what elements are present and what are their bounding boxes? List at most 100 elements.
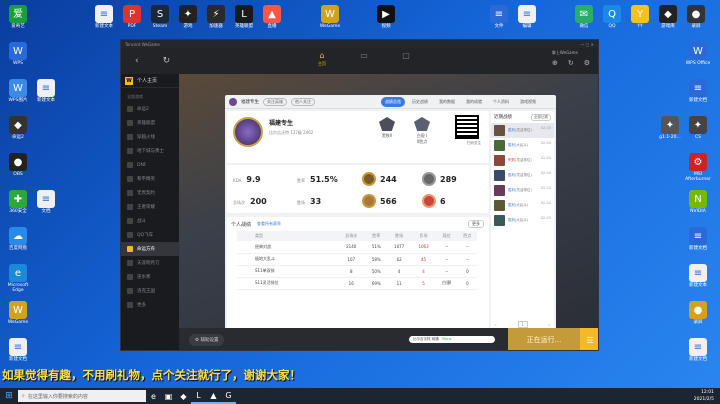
desktop-icon[interactable]: ◆ 命运2 — [4, 116, 32, 141]
desktop-icon[interactable]: ✚ 360安全 — [4, 190, 32, 215]
taskbar-app-icon[interactable]: e — [146, 388, 161, 404]
profile-tab[interactable]: 我的成就 — [462, 97, 486, 107]
prev-page-icon[interactable]: ‹ — [495, 322, 497, 327]
tag-others-follow[interactable]: 他人关注 — [291, 97, 315, 106]
desktop-icon[interactable]: ☁ 百度网盘 — [4, 227, 32, 252]
sidebar-item[interactable]: 穿越火线 — [121, 130, 179, 144]
sidebar-item[interactable]: DNF — [121, 158, 179, 172]
desktop-icon[interactable]: L 英雄联盟 — [230, 5, 258, 30]
desktop-icon[interactable]: ≡ 新建文档 — [684, 79, 712, 104]
records-more-button[interactable]: 更多 — [468, 220, 484, 228]
sidebar-item[interactable]: 更多 — [121, 298, 179, 312]
desktop-icon[interactable]: ✦ CS — [684, 116, 712, 141]
table-row[interactable]: S11灵活排位 16 69% 11 5 白银I 0 — [237, 277, 477, 290]
desktop-icon[interactable]: W WeGame — [4, 301, 32, 326]
assist-settings-button[interactable]: ⚙ 辅助设置 — [189, 334, 225, 346]
desktop-icon[interactable]: W WeGame — [316, 5, 344, 30]
recent-match-item[interactable]: 胜利(灵活排位) 02-04 — [491, 183, 554, 198]
toolbar-action-icon[interactable]: ⚙ — [584, 59, 590, 67]
table-row[interactable]: S11单双排 8 50% 4 4 -- 0 — [237, 265, 477, 278]
desktop-icon[interactable]: ● 录屏 — [684, 301, 712, 326]
desktop-icon[interactable]: ◆ 游戏库 — [654, 5, 682, 30]
taskbar-search[interactable]: ⌕ 在这里输入你要搜索的内容 — [18, 390, 146, 402]
desktop-icon[interactable]: ≡ 新建文本 — [684, 264, 712, 289]
desktop-icon[interactable]: ≡ 新建文档 — [4, 338, 32, 363]
toolbar-action-icon[interactable]: ⊕ — [552, 59, 558, 67]
sidebar-item[interactable]: 战斗 — [121, 214, 179, 228]
sidebar-item[interactable]: 逆水寒 — [121, 270, 179, 284]
user-label[interactable]: 掌上WeGame — [552, 50, 578, 56]
back-icon[interactable]: ‹ — [135, 56, 139, 66]
records-season-link[interactable]: 查看所有赛季 — [257, 221, 281, 227]
desktop-icon[interactable]: ⚙ MSI Afterburner — [684, 153, 712, 183]
desktop-icon[interactable]: ✉ 微信 — [570, 5, 598, 30]
recent-match-item[interactable]: 失败(灵活排位) 02-04 — [491, 153, 554, 168]
sidebar-item[interactable]: QQ飞车 — [121, 228, 179, 242]
sidebar-item[interactable]: 王者荣耀 — [121, 200, 179, 214]
window-controls[interactable]: — ▢ ✕ — [580, 42, 594, 47]
desktop-icon[interactable]: ≡ 新建文本 — [90, 5, 118, 30]
recent-match-item[interactable]: 胜利(大乱斗) 02-04 — [491, 198, 554, 213]
desktop-icon[interactable]: ≡ 新建文档 — [684, 227, 712, 252]
recent-match-item[interactable]: 胜利(大乱斗) 02-03 — [491, 213, 554, 228]
toolbar-tab-1[interactable]: ▭ — [353, 48, 375, 72]
system-tray-clock[interactable]: 12:01 2021/2/5 — [694, 389, 714, 403]
desktop-icon[interactable]: ▶ 视频 — [372, 5, 400, 30]
desktop-icon[interactable]: ● OBS — [4, 153, 32, 178]
desktop-icon[interactable]: ✦ g1.1-20... — [656, 116, 684, 141]
sidebar-item[interactable]: 无畏契约 — [121, 186, 179, 200]
profile-tab[interactable]: 个人资料 — [489, 97, 513, 107]
recent-filter-dropdown[interactable]: 全部比赛 — [531, 113, 551, 121]
desktop-icon[interactable]: W WPS Office — [684, 42, 712, 67]
table-row[interactable]: 极地大乱斗 107 58% 62 45 -- -- — [237, 253, 477, 266]
profile-tab[interactable]: 战绩总览 — [381, 97, 405, 107]
desktop-icon[interactable]: ▲ 直播 — [258, 5, 286, 30]
desktop-icon[interactable]: ≡ 新建文档 — [684, 338, 712, 363]
refresh-icon[interactable]: ↻ — [163, 56, 171, 66]
profile-tab[interactable]: 游戏视频 — [516, 97, 540, 107]
taskbar-app-icon[interactable]: ▲ — [206, 388, 221, 404]
profile-tab[interactable]: 历史战绩 — [408, 97, 432, 107]
table-row[interactable]: 经典对战 2140 51% 1077 1063 -- -- — [237, 241, 477, 254]
desktop-icon[interactable]: ≡ 编辑 — [513, 5, 541, 30]
sidebar-item[interactable]: 地下城与勇士 — [121, 144, 179, 158]
sidebar-item[interactable]: 天涯明月刀 — [121, 256, 179, 270]
sidebar-item[interactable]: 和平精英 — [121, 172, 179, 186]
desktop-icon[interactable]: ≡ 文件 — [485, 5, 513, 30]
windows-start-icon[interactable]: ⊞ — [0, 388, 18, 404]
recent-match-item[interactable]: 胜利(灵活排位) 02-05 — [491, 123, 554, 138]
running-button[interactable]: 正在运行... — [508, 328, 580, 350]
sidebar-item[interactable]: 命运方舟 — [121, 242, 179, 256]
page-number[interactable]: 1 — [517, 320, 528, 328]
desktop-icon[interactable]: ✦ 游戏 — [174, 5, 202, 30]
sidebar-item[interactable]: 命运2 — [121, 102, 179, 116]
taskbar-app-icon[interactable]: L — [191, 388, 206, 404]
desktop-icon[interactable]: ≡ 新建文本 — [32, 79, 60, 104]
taskbar-app-icon[interactable]: ◆ — [176, 388, 191, 404]
desktop-icon[interactable]: S Steam — [146, 5, 174, 30]
profile-tab[interactable]: 我的数据 — [435, 97, 459, 107]
desktop-icon[interactable]: P PDF — [118, 5, 146, 30]
desktop-icon[interactable]: 爱爱奇艺 — [4, 5, 32, 30]
taskbar-app-icon[interactable]: G — [221, 388, 236, 404]
toolbar-tab-0[interactable]: ⌂ 主页 — [311, 48, 333, 72]
toolbar-tab-2[interactable]: ▢ — [395, 48, 417, 72]
next-page-icon[interactable]: › — [548, 322, 550, 327]
desktop-icon[interactable]: Y YY — [626, 5, 654, 30]
tag-follow-hero[interactable]: 关注英雄 — [263, 97, 287, 106]
taskbar-app-icon[interactable]: ▣ — [161, 388, 176, 404]
desktop-icon[interactable]: N NVIDIA — [684, 190, 712, 215]
desktop-icon[interactable]: W WPS — [4, 42, 32, 67]
recent-match-item[interactable]: 胜利(灵活排位) 02-04 — [491, 168, 554, 183]
server-selector[interactable]: 比尔吉沃特 网通 35ms — [409, 336, 495, 343]
desktop-icon[interactable]: W WPS图片 — [4, 79, 32, 104]
menu-icon[interactable]: ☰ — [580, 328, 598, 350]
desktop-icon[interactable]: ≡ 文档 — [32, 190, 60, 215]
sidebar-item[interactable]: 英雄联盟 — [121, 116, 179, 130]
desktop-icon[interactable]: e Microsoft Edge — [4, 264, 32, 294]
desktop-icon[interactable]: ● 录屏 — [682, 5, 710, 30]
toolbar-action-icon[interactable]: ↻ — [568, 59, 574, 67]
recent-match-item[interactable]: 胜利(大乱斗) 02-04 — [491, 138, 554, 153]
sidebar-header[interactable]: W 个人主页 — [121, 74, 179, 88]
sidebar-item[interactable]: 洛克王国 — [121, 284, 179, 298]
